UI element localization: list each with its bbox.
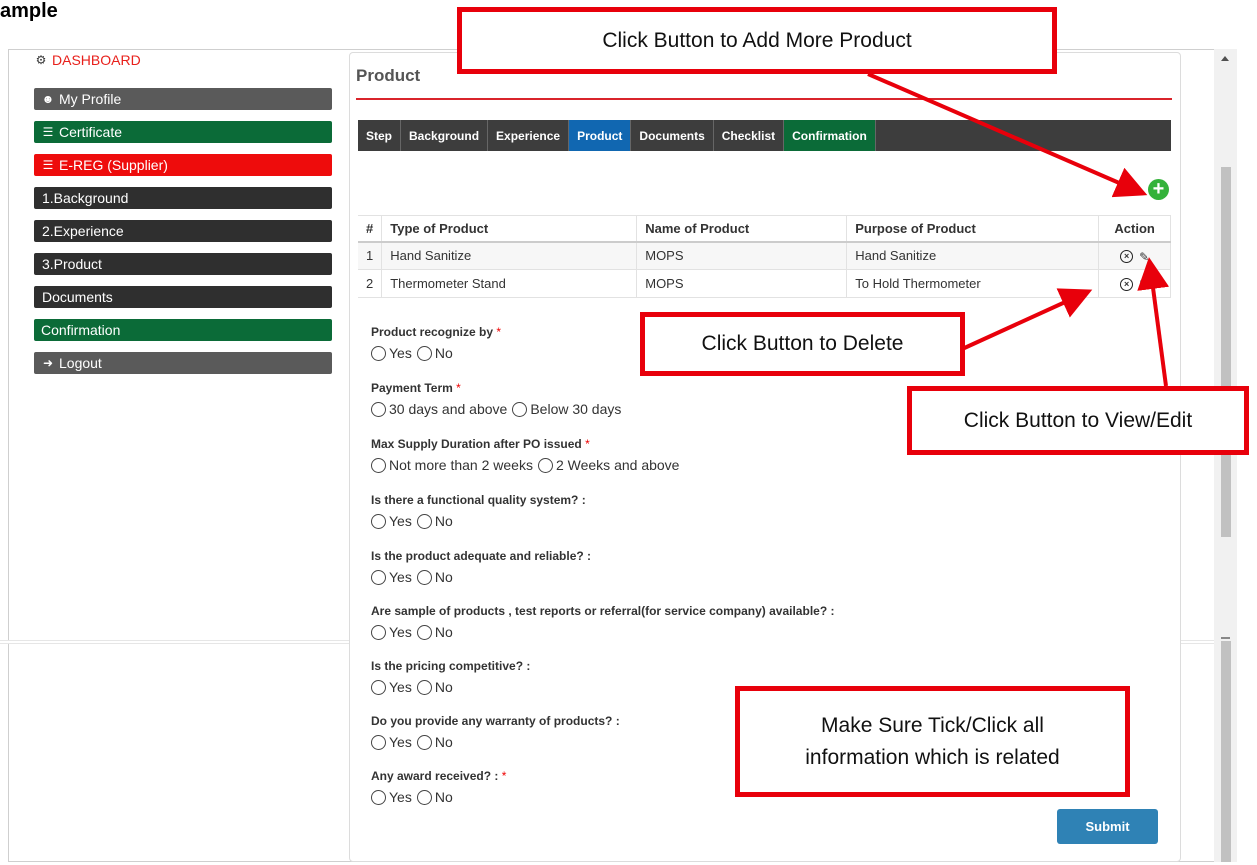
callout-text: Make Sure Tick/Click all — [821, 714, 1044, 737]
callout-tick-all: Make Sure Tick/Click all information whi… — [735, 686, 1130, 797]
arrow-to-delete-button — [959, 288, 1093, 352]
callout-delete: Click Button to Delete — [640, 312, 965, 376]
arrow-to-edit-button — [1137, 257, 1170, 387]
callout-text: Click Button to Delete — [701, 332, 904, 356]
callout-text: Click Button to View/Edit — [963, 408, 1193, 432]
callout-text: information which is related — [805, 745, 1060, 769]
arrow-to-add-button — [867, 72, 1148, 198]
callout-add-product: Click Button to Add More Product — [457, 7, 1057, 74]
callout-view-edit: Click Button to View/Edit — [907, 386, 1249, 455]
callout-text: Click Button to Add More Product — [602, 28, 912, 52]
